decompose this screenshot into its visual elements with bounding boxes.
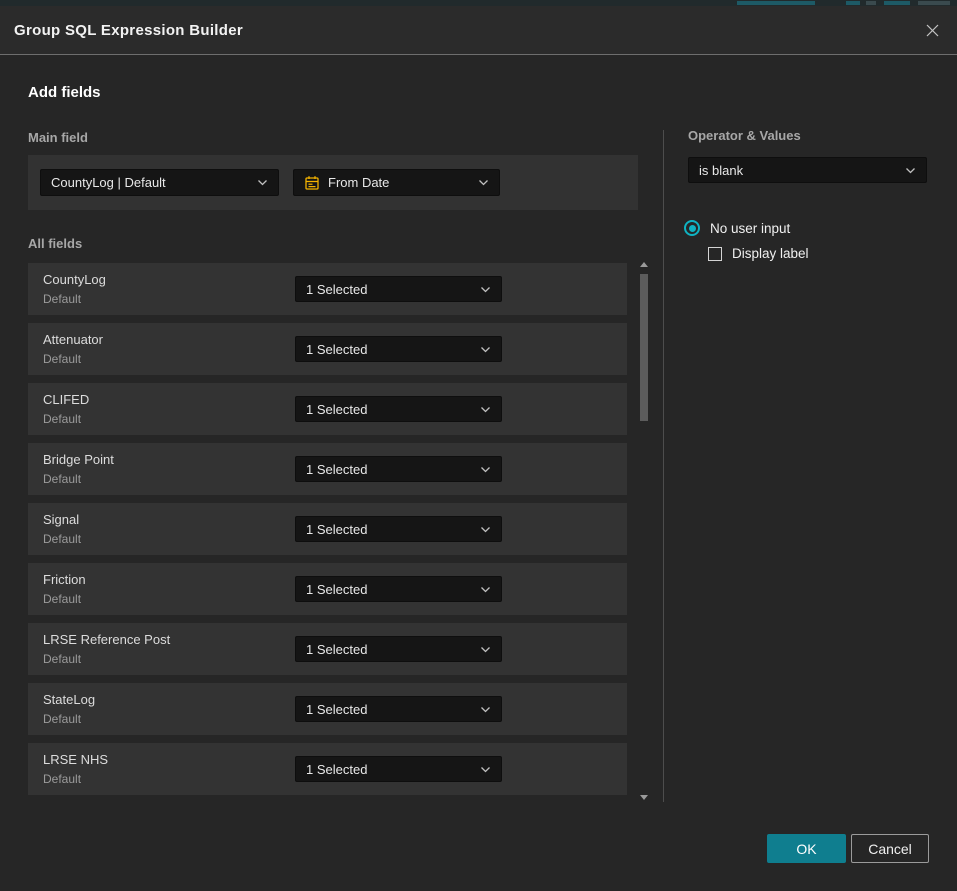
chevron-down-icon: [472, 406, 491, 413]
field-row: CountyLog Default 1 Selected: [28, 263, 627, 315]
chevron-down-icon: [472, 526, 491, 533]
main-field-panel: CountyLog | Default From Date: [28, 155, 638, 210]
display-label-checkbox[interactable]: Display label: [708, 246, 809, 261]
fields-list: CountyLog Default 1 Selected Attenuator …: [28, 263, 627, 803]
row-selected-value: 1 Selected: [306, 762, 367, 777]
row-selected-value: 1 Selected: [306, 402, 367, 417]
chevron-down-icon: [472, 286, 491, 293]
chevron-down-icon: [472, 586, 491, 593]
dialog-titlebar: Group SQL Expression Builder: [0, 6, 957, 55]
field-row: Friction Default 1 Selected: [28, 563, 627, 615]
field-row: LRSE NHS Default 1 Selected: [28, 743, 627, 795]
no-user-input-radio[interactable]: No user input: [684, 220, 790, 236]
sql-expression-builder-dialog: Group SQL Expression Builder Add fields …: [0, 6, 957, 891]
operator-values-label: Operator & Values: [688, 128, 801, 143]
row-selected-dropdown[interactable]: 1 Selected: [295, 516, 502, 542]
radio-dot: [689, 225, 696, 232]
row-selected-dropdown[interactable]: 1 Selected: [295, 696, 502, 722]
field-row: Signal Default 1 Selected: [28, 503, 627, 555]
chevron-down-icon: [472, 346, 491, 353]
checkbox-unchecked-icon: [708, 247, 722, 261]
calendar-icon: [304, 175, 320, 191]
row-selected-value: 1 Selected: [306, 702, 367, 717]
ok-button[interactable]: OK: [767, 834, 846, 863]
chevron-down-icon: [472, 766, 491, 773]
row-selected-value: 1 Selected: [306, 582, 367, 597]
chevron-down-icon: [472, 706, 491, 713]
background-fragment: [884, 1, 910, 5]
close-icon: [925, 23, 940, 38]
chevron-down-icon: [472, 646, 491, 653]
row-selected-dropdown[interactable]: 1 Selected: [295, 456, 502, 482]
dialog-title: Group SQL Expression Builder: [14, 22, 243, 39]
row-selected-value: 1 Selected: [306, 462, 367, 477]
chevron-down-icon: [472, 466, 491, 473]
background-fragment: [737, 1, 815, 5]
background-fragment: [846, 1, 860, 5]
layer-select-value: CountyLog | Default: [51, 175, 166, 190]
field-row: CLIFED Default 1 Selected: [28, 383, 627, 435]
cancel-button[interactable]: Cancel: [851, 834, 929, 863]
background-fragment: [918, 1, 950, 5]
row-selected-value: 1 Selected: [306, 642, 367, 657]
field-row: LRSE Reference Post Default 1 Selected: [28, 623, 627, 675]
main-field-label: Main field: [28, 130, 88, 145]
page-title: Add fields: [28, 84, 101, 101]
field-row: Bridge Point Default 1 Selected: [28, 443, 627, 495]
field-select[interactable]: From Date: [293, 169, 500, 196]
radio-selected-icon: [684, 220, 700, 236]
display-label-text: Display label: [732, 246, 809, 261]
row-selected-value: 1 Selected: [306, 282, 367, 297]
row-selected-value: 1 Selected: [306, 522, 367, 537]
layer-select[interactable]: CountyLog | Default: [40, 169, 279, 196]
row-selected-dropdown[interactable]: 1 Selected: [295, 576, 502, 602]
row-selected-dropdown[interactable]: 1 Selected: [295, 396, 502, 422]
all-fields-label: All fields: [28, 236, 82, 251]
field-row: StateLog Default 1 Selected: [28, 683, 627, 735]
close-button[interactable]: [921, 19, 943, 41]
background-fragment: [866, 1, 876, 5]
row-selected-dropdown[interactable]: 1 Selected: [295, 276, 502, 302]
field-select-value: From Date: [328, 175, 389, 190]
operator-select[interactable]: is blank: [688, 157, 927, 183]
chevron-down-icon: [470, 179, 489, 186]
panel-divider: [663, 130, 664, 802]
chevron-down-icon: [897, 167, 916, 174]
scroll-up-icon[interactable]: [640, 262, 648, 267]
operator-select-value: is blank: [699, 163, 743, 178]
chevron-down-icon: [249, 179, 268, 186]
row-selected-dropdown[interactable]: 1 Selected: [295, 756, 502, 782]
scrollbar-thumb[interactable]: [640, 274, 648, 421]
row-selected-dropdown[interactable]: 1 Selected: [295, 636, 502, 662]
row-selected-dropdown[interactable]: 1 Selected: [295, 336, 502, 362]
field-row: Attenuator Default 1 Selected: [28, 323, 627, 375]
row-selected-value: 1 Selected: [306, 342, 367, 357]
scroll-down-icon[interactable]: [640, 795, 648, 800]
no-user-input-label: No user input: [710, 221, 790, 236]
